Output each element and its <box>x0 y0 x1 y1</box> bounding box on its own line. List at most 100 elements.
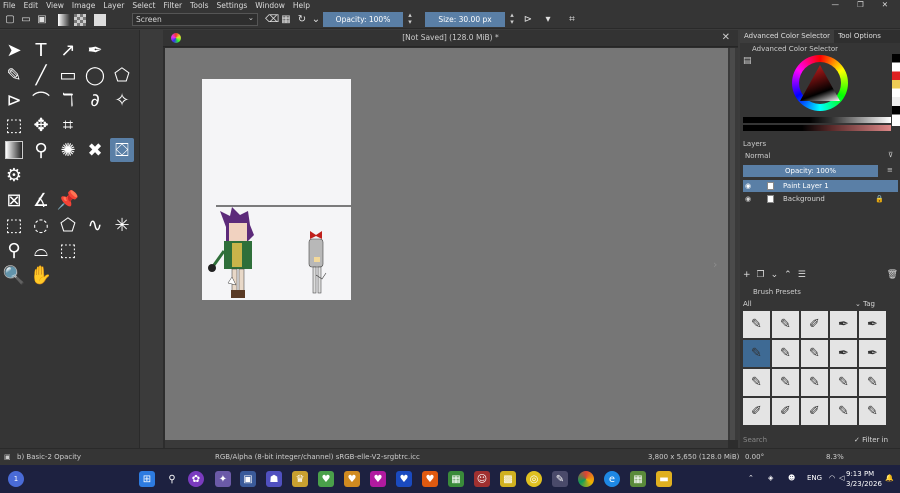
menu-view[interactable]: View <box>46 1 64 10</box>
save-icon[interactable]: ▣ <box>36 14 48 26</box>
app-icon-9[interactable]: ♥ <box>422 471 438 487</box>
opacity-slider[interactable]: Opacity: 100% <box>323 12 403 27</box>
chrome-icon[interactable] <box>578 471 594 487</box>
reference-tool-icon[interactable]: ⚙ <box>2 163 26 187</box>
ellipse-select-icon[interactable]: ◌ <box>29 213 53 237</box>
brush-preset[interactable]: ✒ <box>859 340 886 367</box>
brush-preset[interactable]: ✎ <box>772 311 799 338</box>
app-icon-10[interactable]: ☺ <box>474 471 490 487</box>
layer-row-background[interactable]: ◉ Background 🔒 <box>743 193 898 205</box>
tag-dropdown[interactable]: ⌄ Tag <box>855 299 875 310</box>
menu-window[interactable]: Window <box>255 1 285 10</box>
canvas-paper[interactable] <box>202 79 351 300</box>
polygon-tool-icon[interactable]: ⬠ <box>110 63 134 87</box>
size-slider[interactable]: Size: 30.00 px <box>425 12 505 27</box>
new-document-icon[interactable]: ▢ <box>4 14 16 26</box>
pin-icon[interactable]: 📌 <box>56 188 80 212</box>
tray-chevron-icon[interactable]: ⌃ <box>748 474 754 482</box>
brush-preset[interactable]: ✎ <box>830 369 857 396</box>
brush-preset[interactable]: ✐ <box>801 398 828 425</box>
minecraft-icon[interactable]: ▦ <box>448 471 464 487</box>
document-tab[interactable]: [Not Saved] (128.0 MiB) * ✕ <box>163 30 738 47</box>
krita-taskbar-icon[interactable]: ✎ <box>552 471 568 487</box>
brush-preset[interactable]: ✒ <box>830 311 857 338</box>
wrap-around-icon[interactable]: ⌗ <box>566 14 578 26</box>
gradient-tool-icon[interactable] <box>2 138 26 162</box>
brush-preset[interactable]: ✐ <box>772 398 799 425</box>
tray-date[interactable]: 3/23/2026 <box>846 480 882 488</box>
transform-icon[interactable]: ⌗ <box>56 113 80 137</box>
preserve-alpha-icon[interactable]: ▦ <box>280 14 292 26</box>
menu-image[interactable]: Image <box>72 1 96 10</box>
lock-icon[interactable]: 🔒 <box>875 193 884 205</box>
layer-blend-dropdown[interactable]: Normal <box>743 151 883 162</box>
menu-settings[interactable]: Settings <box>217 1 248 10</box>
layer-opacity-slider[interactable]: Opacity: 100% <box>743 165 878 177</box>
menu-icon[interactable]: ≡ <box>887 166 893 174</box>
brush-preset[interactable]: ✎ <box>772 340 799 367</box>
tray-app-icon[interactable]: ◈ <box>768 474 773 482</box>
start-icon[interactable]: ⊞ <box>139 471 155 487</box>
blend-mode-dropdown[interactable]: Screen <box>132 12 258 26</box>
brush-preset-selected[interactable]: ✎ <box>743 340 770 367</box>
minecraft-launcher-icon[interactable]: ▦ <box>630 471 646 487</box>
tab-tool-options[interactable]: Tool Options <box>834 30 885 43</box>
layer-properties-icon[interactable]: ☰ <box>798 270 806 282</box>
magnetic-select-icon[interactable]: ⬚ <box>56 238 80 262</box>
edit-shapes-icon[interactable]: ↗ <box>56 38 80 62</box>
app-icon-2[interactable]: ▣ <box>240 471 256 487</box>
close-icon[interactable]: ✕ <box>882 0 888 9</box>
open-document-icon[interactable]: ▭ <box>20 14 32 26</box>
brush-preset-icon[interactable] <box>94 13 106 26</box>
gradient-icon[interactable] <box>58 13 70 26</box>
tray-lang[interactable]: ENG <box>807 474 822 482</box>
tab-advanced-color-selector[interactable]: Advanced Color Selector <box>740 30 835 43</box>
visibility-eye-icon[interactable]: ◉ <box>745 180 751 192</box>
restore-icon[interactable]: ❐ <box>857 0 864 9</box>
bezier-select-icon[interactable]: ⌓ <box>29 238 53 262</box>
menu-layer[interactable]: Layer <box>103 1 124 10</box>
assistant-tool-icon[interactable]: ✖ <box>83 138 107 162</box>
size-spin-icon[interactable]: ▴ ▾ <box>508 12 516 27</box>
chevron-down-icon[interactable]: ⌄ <box>310 14 322 26</box>
app-icon-4[interactable]: ♛ <box>292 471 308 487</box>
edge-icon[interactable]: e <box>604 471 620 487</box>
fill-tool-icon[interactable]: ⛋ <box>110 138 134 162</box>
duplicate-layer-icon[interactable]: ❐ <box>757 270 765 282</box>
brush-preset[interactable]: ✒ <box>859 311 886 338</box>
multibrush-icon[interactable]: ✧ <box>110 88 134 112</box>
filter-icon[interactable]: ⊽ <box>888 151 893 159</box>
krita-icon[interactable]: ✿ <box>188 471 204 487</box>
freehand-brush-icon[interactable]: ✎ <box>2 63 26 87</box>
color-picker-icon[interactable]: ⚲ <box>29 138 53 162</box>
chevron-right-icon[interactable]: › <box>713 258 717 271</box>
brush-preset[interactable]: ✎ <box>801 340 828 367</box>
status-zoom[interactable]: 8.3% <box>826 449 844 466</box>
move-up-icon[interactable]: ⌃ <box>784 270 792 282</box>
select-shapes-icon[interactable]: ➤ <box>2 38 26 62</box>
pan-hand-icon[interactable]: ✋ <box>29 263 53 287</box>
menu-tools[interactable]: Tools <box>190 1 208 10</box>
brush-preset[interactable]: ✎ <box>743 311 770 338</box>
notification-bell-icon[interactable]: 🔔 <box>885 474 894 482</box>
tray-discord-icon[interactable]: ☻ <box>788 474 795 482</box>
zoom-icon[interactable]: 🔍 <box>2 263 26 287</box>
rectangle-tool-icon[interactable]: ▭ <box>56 63 80 87</box>
pattern-icon[interactable] <box>74 13 86 26</box>
add-layer-icon[interactable]: + <box>743 270 751 282</box>
brush-preset[interactable]: ✐ <box>743 398 770 425</box>
brush-preset[interactable]: ✒ <box>830 340 857 367</box>
brush-preset[interactable]: ✎ <box>743 369 770 396</box>
freehand-path-icon[interactable]: ℸ <box>56 88 80 112</box>
opacity-spin-icon[interactable]: ▴ ▾ <box>406 12 414 27</box>
text-tool-icon[interactable]: T <box>29 38 53 62</box>
status-rotation[interactable]: 0.00° <box>745 449 764 466</box>
file-explorer-icon[interactable]: ▬ <box>656 471 672 487</box>
visibility-eye-icon[interactable]: ◉ <box>745 193 751 205</box>
menu-file[interactable]: File <box>3 1 16 10</box>
close-document-icon[interactable]: ✕ <box>722 30 730 46</box>
tray-time[interactable]: 9:13 PM <box>846 470 874 478</box>
brush-search-input[interactable]: Search <box>743 435 851 446</box>
app-icon-12[interactable]: ◎ <box>526 471 542 487</box>
app-icon-8[interactable]: ♥ <box>396 471 412 487</box>
